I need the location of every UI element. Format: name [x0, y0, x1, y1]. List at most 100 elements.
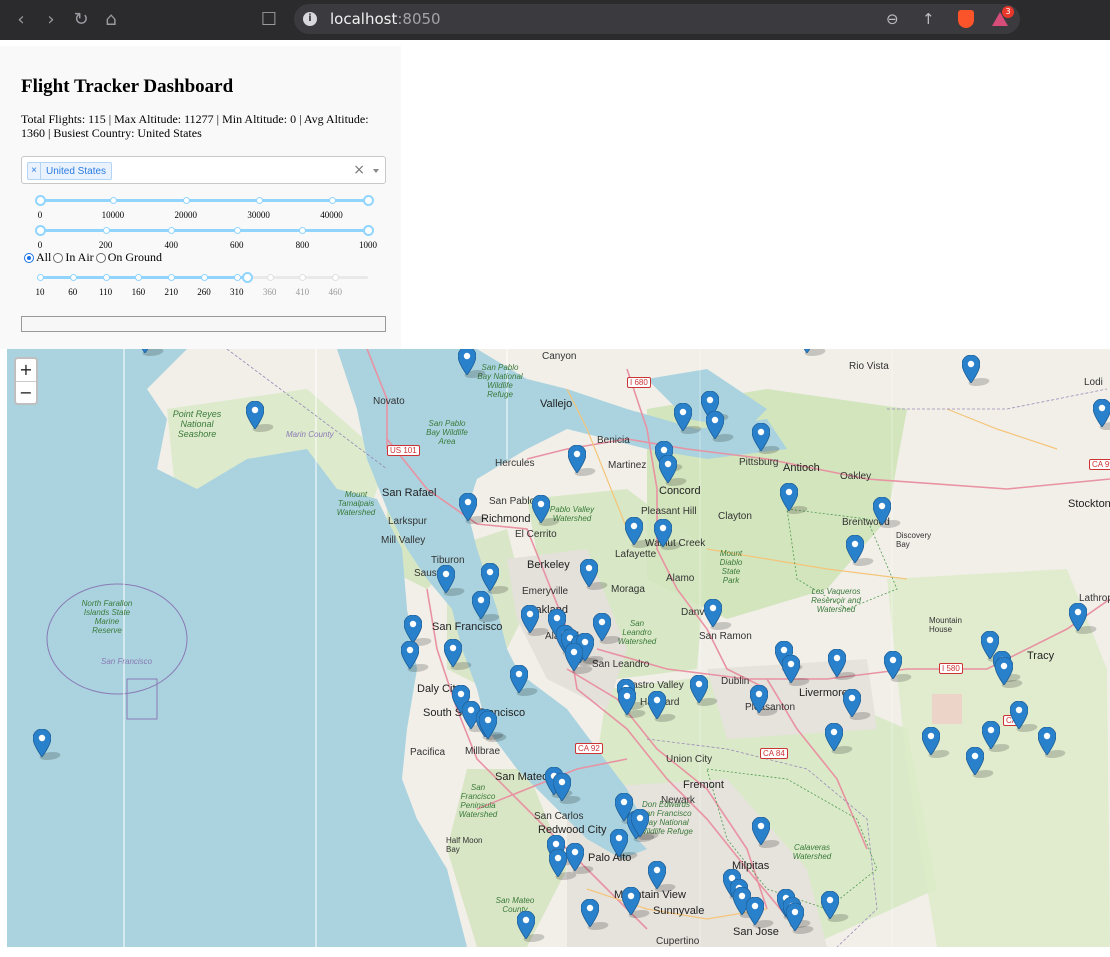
- flight-marker-icon[interactable]: [883, 650, 903, 680]
- flight-marker-icon[interactable]: [567, 444, 587, 474]
- flight-marker-icon[interactable]: [458, 492, 478, 522]
- velocity-slider[interactable]: 0 200 400 600 800 1000: [35, 220, 377, 250]
- flight-marker-icon[interactable]: [136, 349, 154, 354]
- flight-marker-icon[interactable]: [745, 896, 765, 926]
- flight-marker-icon[interactable]: [630, 808, 650, 838]
- flight-marker-icon[interactable]: [842, 688, 862, 718]
- zoom-in-button[interactable]: +: [16, 359, 36, 381]
- flight-marker-icon[interactable]: [785, 902, 805, 932]
- flight-marker-icon[interactable]: [1009, 700, 1029, 730]
- flight-marker-icon[interactable]: [516, 910, 536, 940]
- flight-marker-icon[interactable]: [592, 612, 612, 642]
- radio-button[interactable]: [95, 252, 106, 263]
- flight-marker-icon[interactable]: [820, 890, 840, 920]
- flight-marker-icon[interactable]: [520, 604, 540, 634]
- forward-icon[interactable]: ›: [40, 9, 62, 31]
- address-bar[interactable]: i localhost:8050 ⊖ ↑: [294, 4, 1020, 34]
- flight-marker-icon[interactable]: [779, 482, 799, 512]
- zoom-icon[interactable]: ⊖: [886, 10, 899, 28]
- slider-handle[interactable]: [241, 272, 253, 283]
- flight-marker-icon[interactable]: [400, 640, 420, 670]
- flight-map[interactable]: Canyon Rio Vista Lodi Vallejo Novato Ben…: [7, 349, 1110, 947]
- flight-marker-icon[interactable]: [653, 518, 673, 548]
- country-dropdown[interactable]: × United States ×: [21, 156, 386, 184]
- flight-marker-icon[interactable]: [617, 686, 637, 716]
- flight-marker-icon[interactable]: [1092, 398, 1110, 428]
- flight-marker-icon[interactable]: [994, 656, 1014, 686]
- slider-mark: 1000: [359, 240, 377, 250]
- url-text[interactable]: localhost:8050: [330, 10, 441, 28]
- map-label: Hercules: [495, 458, 535, 469]
- flight-marker-icon[interactable]: [443, 638, 463, 668]
- home-icon[interactable]: ⌂: [100, 9, 122, 31]
- slider-handle[interactable]: [35, 225, 46, 236]
- flight-marker-icon[interactable]: [403, 614, 423, 644]
- flight-marker-icon[interactable]: [961, 354, 981, 384]
- flight-marker-icon[interactable]: [552, 772, 572, 802]
- bookmark-icon[interactable]: ☐: [258, 9, 280, 31]
- share-icon[interactable]: ↑: [922, 10, 935, 28]
- output-box: [21, 316, 386, 332]
- flight-marker-icon[interactable]: [548, 848, 568, 878]
- flight-marker-icon[interactable]: [872, 496, 892, 526]
- flight-marker-icon[interactable]: [436, 564, 456, 594]
- flight-marker-icon[interactable]: [824, 722, 844, 752]
- brave-shields-icon[interactable]: [958, 10, 974, 28]
- flight-marker-icon[interactable]: [647, 690, 667, 720]
- flight-marker-icon[interactable]: [509, 664, 529, 694]
- flight-marker-icon[interactable]: [749, 684, 769, 714]
- flight-marker-icon[interactable]: [1068, 602, 1088, 632]
- flight-marker-icon[interactable]: [531, 494, 551, 524]
- slider-dot: [266, 274, 274, 281]
- flight-marker-icon[interactable]: [32, 728, 52, 758]
- flight-marker-icon[interactable]: [624, 516, 644, 546]
- altitude-slider[interactable]: 0 10000 20000 30000 40000: [35, 190, 374, 220]
- radio-in-air[interactable]: In Air: [53, 250, 94, 265]
- back-icon[interactable]: ‹: [10, 9, 32, 31]
- flight-marker-icon[interactable]: [564, 642, 584, 672]
- slider-handle[interactable]: [363, 225, 374, 236]
- flight-marker-icon[interactable]: [609, 828, 629, 858]
- flight-marker-icon[interactable]: [478, 710, 498, 740]
- flight-marker-icon[interactable]: [480, 562, 500, 592]
- flight-marker-icon[interactable]: [658, 454, 678, 484]
- radio-button[interactable]: [53, 252, 64, 263]
- flight-marker-icon[interactable]: [1037, 726, 1057, 756]
- flight-marker-icon[interactable]: [751, 816, 771, 846]
- flight-marker-icon[interactable]: [703, 598, 723, 628]
- zoom-out-button[interactable]: −: [16, 381, 36, 403]
- flight-marker-icon[interactable]: [827, 648, 847, 678]
- flight-marker-icon[interactable]: [798, 349, 816, 354]
- slider-handle[interactable]: [363, 195, 374, 206]
- flight-marker-icon[interactable]: [673, 402, 693, 432]
- site-info-icon[interactable]: i: [303, 12, 317, 26]
- flight-marker-icon[interactable]: [457, 349, 477, 376]
- flight-marker-icon[interactable]: [921, 726, 941, 756]
- flight-marker-icon[interactable]: [689, 674, 709, 704]
- slider-handle[interactable]: [35, 195, 46, 206]
- flight-marker-icon[interactable]: [579, 558, 599, 588]
- flight-marker-icon[interactable]: [647, 860, 667, 890]
- flight-marker-icon[interactable]: [705, 410, 725, 440]
- radio-button[interactable]: [24, 252, 34, 263]
- clear-icon[interactable]: ×: [353, 162, 365, 178]
- flight-marker-icon[interactable]: [845, 534, 865, 564]
- limit-slider[interactable]: 10 60 110 160 210 260 310 360 410 460: [35, 267, 373, 297]
- remove-chip-icon[interactable]: ×: [28, 163, 41, 179]
- flight-marker-icon[interactable]: [751, 422, 771, 452]
- chevron-down-icon[interactable]: [373, 169, 379, 173]
- map-label: Mount Diablo State Park: [719, 549, 743, 585]
- map-label: Emeryville: [522, 586, 569, 597]
- highway-shield: I 680: [627, 377, 651, 388]
- flight-marker-icon[interactable]: [781, 654, 801, 684]
- flight-marker-icon[interactable]: [245, 400, 265, 430]
- flight-marker-icon[interactable]: [981, 720, 1001, 750]
- flight-marker-icon[interactable]: [965, 746, 985, 776]
- flight-marker-icon[interactable]: [621, 886, 641, 916]
- radio-all[interactable]: All: [24, 250, 51, 265]
- flight-marker-icon[interactable]: [471, 590, 491, 620]
- reload-icon[interactable]: ↻: [70, 9, 92, 31]
- flight-marker-icon[interactable]: [565, 842, 585, 872]
- flight-marker-icon[interactable]: [580, 898, 600, 928]
- radio-on-ground[interactable]: On Ground: [95, 250, 162, 265]
